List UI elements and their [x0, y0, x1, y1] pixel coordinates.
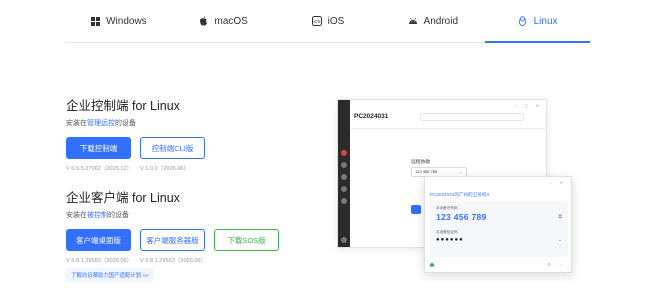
tab-android[interactable]: Android	[380, 0, 485, 42]
preview-remote-value: 123 456 789	[415, 169, 438, 174]
tab-macos[interactable]: macOS	[171, 0, 276, 42]
preview-search-input	[420, 113, 524, 121]
subtitle-suffix: 的设备	[115, 120, 136, 127]
sidebar-dot-icon	[341, 186, 347, 192]
controller-section: 企业控制端 for Linux 安装在管理远控的设备 下载控制端 控制端CLI版…	[66, 95, 205, 172]
controller-cli-version: V 1.0.0（2026.06）	[140, 166, 190, 172]
subtitle-link[interactable]: 被控制	[87, 212, 108, 219]
tab-ios[interactable]: iOS iOS	[276, 0, 381, 42]
sidebar-dot-icon	[341, 198, 347, 204]
controller-cli-button[interactable]: 控制端CLI版	[140, 137, 205, 159]
android-icon	[408, 16, 418, 26]
preview-remote-label: 远程协助	[411, 160, 431, 165]
download-sos-button[interactable]: 下载SOS版	[214, 229, 279, 251]
controller-title: 企业控制端 for Linux	[66, 99, 180, 113]
subtitle-prefix: 安装在	[66, 212, 87, 219]
chevron-down-icon: ⌄	[459, 169, 463, 174]
window-controls-icon: – ✕	[550, 180, 566, 185]
chevron-down-icon: ⌄	[557, 237, 562, 243]
client-section: 企业客户端 for Linux 安装在被控制的设备 客户端桌面版 客户端服务器版…	[66, 187, 279, 264]
sidebar-dot-icon	[341, 174, 347, 180]
client-server-version: V 5.8.1.29563（2026.06）	[140, 258, 207, 264]
client-subtitle: 安装在被控制的设备	[66, 210, 279, 220]
subtitle-suffix: 的设备	[108, 212, 129, 219]
client-server-button[interactable]: 客户端服务器版	[140, 229, 205, 251]
client-title: 企业客户端 for Linux	[66, 191, 180, 205]
windows-icon	[90, 16, 100, 26]
sidebar-dot-icon	[341, 237, 347, 243]
client-desktop-button[interactable]: 客户端桌面版	[66, 229, 131, 251]
code-label: 本设备识别码	[436, 206, 458, 210]
preview-status	[430, 263, 436, 268]
tab-label: iOS	[327, 15, 345, 27]
controller-version: V 6.5.5.27062（2025.12）	[66, 166, 133, 172]
tab-label: Android	[423, 15, 459, 27]
client-desktop-version: V 5.8.1.29563（2026.06）	[66, 258, 133, 264]
tab-label: Linux	[533, 15, 558, 27]
copy-icon: ⧉	[558, 214, 562, 220]
subtitle-prefix: 安装在	[66, 120, 87, 127]
svg-text:iOS: iOS	[313, 19, 320, 24]
platform-tabbar: Windows macOS iOS iOS Android Linux	[66, 0, 590, 43]
divider	[350, 128, 546, 129]
preview-device-id: PC2024031	[354, 113, 389, 120]
linux-icon	[518, 16, 528, 26]
preview-remote-button	[411, 205, 421, 214]
tab-linux[interactable]: Linux	[485, 0, 590, 43]
tab-windows[interactable]: Windows	[66, 0, 171, 42]
localization-plan-link[interactable]: 了解向日葵助力国产适配计划 »»	[66, 268, 154, 282]
sidebar-dot-icon	[341, 162, 347, 168]
preview-client-device: PC2024031的广州的卫号机II	[430, 192, 489, 197]
subtitle-link[interactable]: 管理远控	[87, 120, 115, 127]
footer-controls-icon: ⚙ ⋯	[547, 262, 565, 267]
sidebar-dot-icon	[341, 150, 347, 156]
preview-sidebar	[338, 100, 350, 247]
window-controls-icon: – ▢ ✕	[515, 103, 542, 108]
client-app-preview: – ✕ PC2024031的广州的卫号机II 本设备识别码 123 456 78…	[424, 176, 572, 273]
preview-code-card: 本设备识别码 123 456 789 ⧉ 本设备验证码 ●●●●●● ⌄	[430, 201, 568, 257]
status-dot-icon	[430, 263, 434, 267]
device-password: ●●●●●●	[436, 237, 464, 243]
device-code: 123 456 789	[436, 212, 487, 222]
apple-icon	[199, 16, 209, 26]
ios-icon: iOS	[311, 16, 322, 26]
pwd-label: 本设备验证码	[436, 230, 458, 234]
controller-subtitle: 安装在管理远控的设备	[66, 118, 205, 128]
download-controller-button[interactable]: 下载控制端	[66, 137, 131, 159]
tab-label: Windows	[106, 15, 147, 27]
tab-label: macOS	[214, 15, 248, 27]
